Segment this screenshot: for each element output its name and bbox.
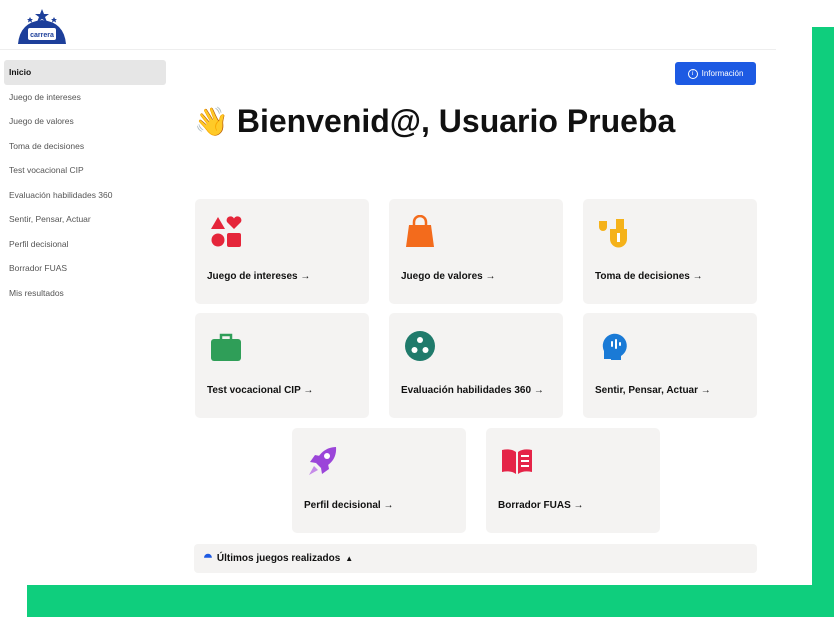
caret-up-icon: ▲ <box>345 554 354 563</box>
card-evaluacion-360[interactable]: Evaluación habilidades 360 → <box>389 313 563 418</box>
page-title: Bienvenid@, Usuario Prueba <box>236 103 676 139</box>
app-window: carrera Inicio Juego de intereses Juego … <box>0 0 776 585</box>
book-icon <box>502 449 532 474</box>
info-button[interactable]: i Información <box>675 62 756 85</box>
card-test-vocacional[interactable]: Test vocacional CIP → <box>195 313 369 418</box>
card-label: Toma de decisiones → <box>595 271 703 282</box>
head-icon <box>602 333 627 360</box>
card-label: Perfil decisional → <box>304 500 394 511</box>
sidebar-item-borrador-fuas[interactable]: Borrador FUAS <box>4 256 166 281</box>
card-label: Evaluación habilidades 360 → <box>401 385 544 396</box>
briefcase-icon <box>211 333 241 361</box>
sidebar-item-evaluacion-360[interactable]: Evaluación habilidades 360 <box>4 183 166 208</box>
welcome-heading: 👋 Bienvenid@, Usuario Prueba <box>194 103 675 140</box>
network-icon <box>405 331 435 361</box>
sidebar-item-toma-decisiones[interactable]: Toma de decisiones <box>4 134 166 159</box>
logo-text: carrera <box>30 32 54 39</box>
decorative-frame-right <box>812 27 834 617</box>
decision-icon <box>599 219 627 248</box>
decorative-frame-bottom <box>27 585 834 617</box>
card-toma-decisiones[interactable]: Toma de decisiones → <box>583 199 757 304</box>
recent-games-toggle[interactable]: ⯊ Últimos juegos realizados ▲ <box>194 544 757 573</box>
recent-games-label: Últimos juegos realizados <box>216 553 341 564</box>
info-button-label: Información <box>701 69 744 78</box>
card-juego-valores[interactable]: Juego de valores → <box>389 199 563 304</box>
sidebar-item-sentir-pensar[interactable]: Sentir, Pensar, Actuar <box>4 207 166 232</box>
info-icon: i <box>687 68 698 79</box>
card-sentir-pensar-actuar[interactable]: Sentir, Pensar, Actuar → <box>583 313 757 418</box>
card-label: Test vocacional CIP → <box>207 385 314 396</box>
sidebar-item-perfil-decisional[interactable]: Perfil decisional <box>4 232 166 257</box>
card-label: Sentir, Pensar, Actuar → <box>595 385 711 396</box>
sidebar-item-test-vocacional[interactable]: Test vocacional CIP <box>4 158 166 183</box>
upload-icon: ⯊ <box>204 553 212 564</box>
top-bar: carrera <box>0 0 776 50</box>
shopping-bag-icon <box>406 215 434 247</box>
sidebar-item-juego-valores[interactable]: Juego de valores <box>4 109 166 134</box>
sidebar-nav: Inicio Juego de intereses Juego de valor… <box>4 60 166 305</box>
card-perfil-decisional[interactable]: Perfil decisional → <box>292 428 466 533</box>
card-juego-intereses[interactable]: Juego de intereses → <box>195 199 369 304</box>
card-label: Juego de intereses → <box>207 271 311 282</box>
card-label: Borrador FUAS → <box>498 500 584 511</box>
rocket-icon <box>309 447 337 475</box>
brand-logo[interactable]: carrera <box>16 8 68 46</box>
sidebar-item-mis-resultados[interactable]: Mis resultados <box>4 281 166 306</box>
shapes-icon <box>211 216 242 247</box>
card-label: Juego de valores → <box>401 271 496 282</box>
sidebar-item-inicio[interactable]: Inicio <box>4 60 166 85</box>
card-borrador-fuas[interactable]: Borrador FUAS → <box>486 428 660 533</box>
waving-hand-icon: 👋 <box>194 105 229 137</box>
sidebar-item-juego-intereses[interactable]: Juego de intereses <box>4 85 166 110</box>
